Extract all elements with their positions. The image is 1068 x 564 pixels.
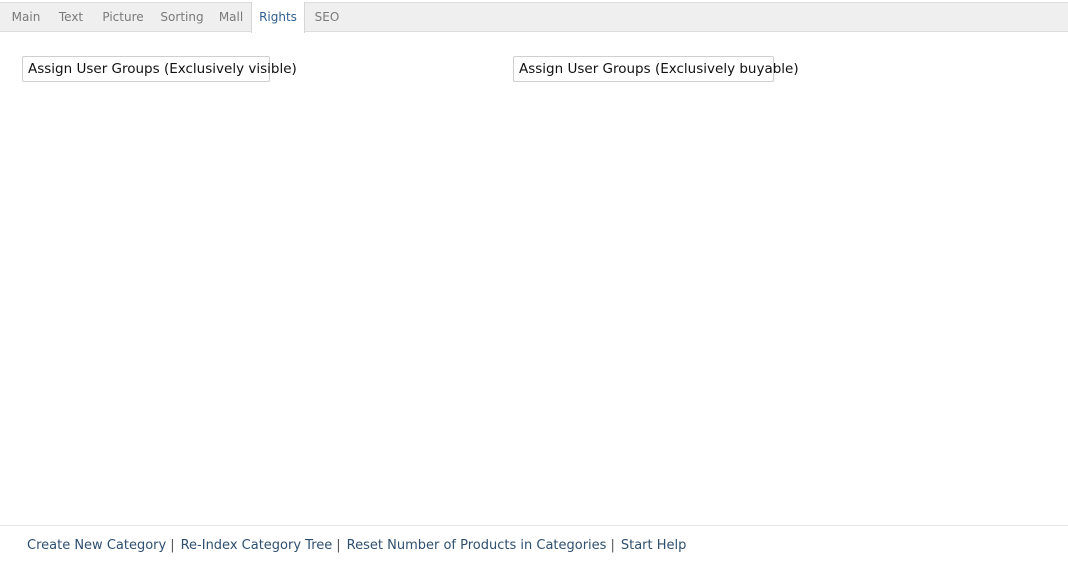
footer-separator: | xyxy=(610,538,615,553)
footer-divider xyxy=(0,525,1068,526)
assign-user-groups-visible-button[interactable]: Assign User Groups (Exclusively visible) xyxy=(22,56,297,82)
reset-product-counts-link[interactable]: Reset Number of Products in Categories xyxy=(347,538,607,553)
tab-sorting[interactable]: Sorting xyxy=(154,3,210,33)
footer-separator: | xyxy=(336,538,341,553)
start-help-link[interactable]: Start Help xyxy=(621,538,687,553)
tab-main[interactable]: Main xyxy=(4,3,48,33)
footer-separator: | xyxy=(170,538,175,553)
create-new-category-link[interactable]: Create New Category xyxy=(27,538,166,553)
assign-user-groups-buyable-button[interactable]: Assign User Groups (Exclusively buyable) xyxy=(513,56,799,82)
tab-bar: Main Text Picture Sorting Mall Rights SE… xyxy=(0,2,1068,33)
tab-rights[interactable]: Rights xyxy=(251,2,305,33)
reindex-category-tree-link[interactable]: Re-Index Category Tree xyxy=(181,538,333,553)
tab-mall[interactable]: Mall xyxy=(212,3,250,33)
footer-links: Create New Category | Re-Index Category Tr… xyxy=(27,536,686,556)
tab-picture[interactable]: Picture xyxy=(94,3,152,33)
tab-text[interactable]: Text xyxy=(50,3,92,33)
category-editor-page: Main Text Picture Sorting Mall Rights SE… xyxy=(0,0,1068,564)
tab-seo[interactable]: SEO xyxy=(307,3,347,33)
